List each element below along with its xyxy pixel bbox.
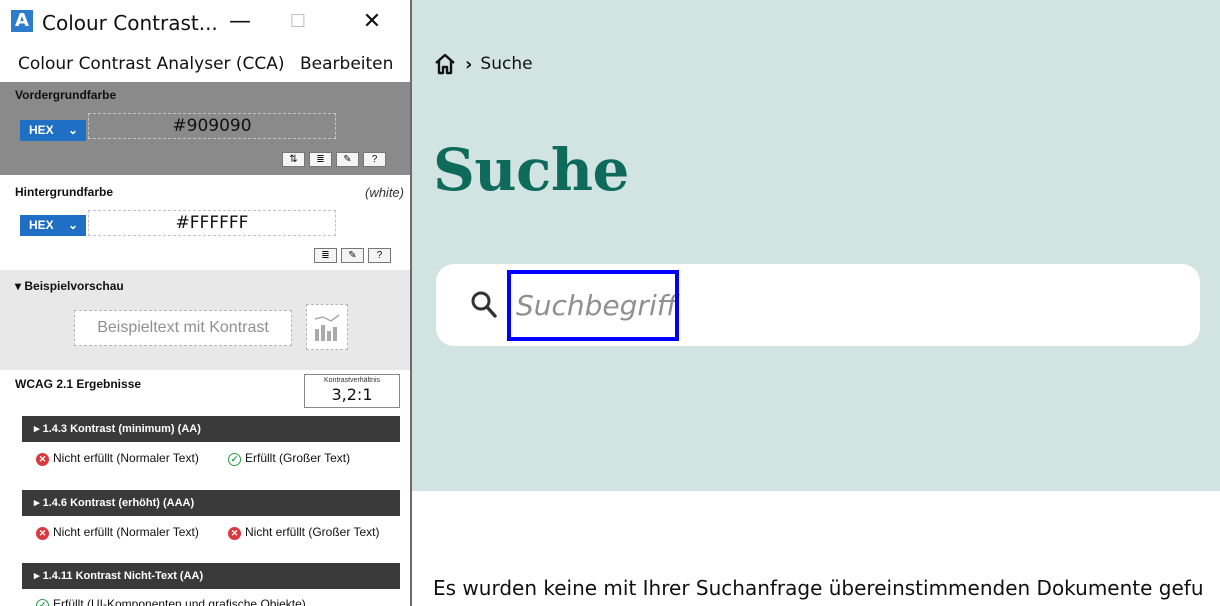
breadcrumb: › Suche bbox=[433, 52, 533, 76]
eyedropper-icon[interactable]: ✎ bbox=[341, 248, 364, 263]
search-icon[interactable] bbox=[470, 290, 498, 320]
background-section: Hintergrundfarbe (white) HEX ⌄ #FFFFFF ≣ … bbox=[0, 175, 410, 270]
criterion-1-4-6-header[interactable]: ▸ 1.4.6 Kontrast (erhöht) (AAA) bbox=[22, 490, 400, 516]
background-format-select[interactable]: HEX ⌄ bbox=[20, 215, 86, 236]
pass-icon: ✓ bbox=[36, 599, 49, 606]
criterion-1-4-3-header[interactable]: ▸ 1.4.3 Kontrast (minimum) (AA) bbox=[22, 416, 400, 442]
criterion-result: ✕ Nicht erfüllt (Normaler Text) bbox=[36, 452, 206, 466]
breadcrumb-current: Suche bbox=[480, 54, 533, 74]
window-title: Colour Contrast... bbox=[42, 11, 218, 35]
pass-icon: ✓ bbox=[228, 453, 241, 466]
fail-icon: ✕ bbox=[36, 527, 49, 540]
close-button[interactable]: ✕ bbox=[352, 6, 392, 38]
results-title: WCAG 2.1 Ergebnisse bbox=[15, 377, 142, 391]
background-label: Hintergrundfarbe bbox=[15, 185, 114, 199]
menu-app[interactable]: Colour Contrast Analyser (CCA) bbox=[18, 54, 285, 74]
criterion-1-4-11-header[interactable]: ▸ 1.4.11 Kontrast Nicht-Text (AA) bbox=[22, 563, 400, 589]
menu-edit[interactable]: Bearbeiten bbox=[300, 54, 393, 74]
fail-icon: ✕ bbox=[228, 527, 241, 540]
foreground-format-select[interactable]: HEX ⌄ bbox=[20, 120, 86, 141]
criterion-result: ✕ Nicht erfüllt (Großer Text) bbox=[228, 526, 408, 540]
background-hex-input[interactable]: #FFFFFF bbox=[88, 210, 336, 236]
contrast-ratio-value: 3,2:1 bbox=[331, 385, 373, 404]
sliders-icon[interactable]: ≣ bbox=[314, 248, 337, 263]
site-header-area: › Suche Suche bbox=[412, 0, 1220, 491]
foreground-label: Vordergrundfarbe bbox=[15, 88, 117, 102]
chevron-down-icon: ⌄ bbox=[68, 123, 79, 137]
criterion-result: ✕ Nicht erfüllt (Normaler Text) bbox=[36, 526, 206, 540]
help-icon[interactable]: ? bbox=[368, 248, 391, 263]
maximize-button[interactable]: ☐ bbox=[278, 6, 318, 38]
preview-toggle[interactable]: ▾ Beispielvorschau bbox=[15, 279, 124, 293]
contrast-ratio-box: Kontrastverhältnis 3,2:1 bbox=[304, 374, 400, 408]
preview-sample-text: Beispieltext mit Kontrast bbox=[74, 310, 292, 346]
breadcrumb-separator: › bbox=[465, 53, 473, 75]
cca-window: A Colour Contrast... — ☐ ✕ Colour Contra… bbox=[0, 0, 412, 606]
foreground-hex-input[interactable]: #909090 bbox=[88, 113, 336, 139]
fail-icon: ✕ bbox=[36, 453, 49, 466]
home-icon[interactable] bbox=[433, 52, 457, 76]
criterion-result: ✓ Erfüllt (UI-Komponenten und grafische … bbox=[36, 598, 406, 606]
criterion-result: ✓ Erfüllt (Großer Text) bbox=[228, 452, 404, 466]
sliders-icon[interactable]: ≣ bbox=[309, 152, 332, 167]
website-area: › Suche Suche Es wurden keine mit Ihrer … bbox=[412, 0, 1220, 606]
no-results-message: Es wurden keine mit Ihrer Suchanfrage üb… bbox=[433, 576, 1204, 600]
window-titlebar: A Colour Contrast... — ☐ ✕ bbox=[0, 0, 410, 44]
contrast-ratio-label: Kontrastverhältnis bbox=[323, 377, 381, 384]
minimize-button[interactable]: — bbox=[220, 6, 260, 38]
foreground-tools: ⇅ ≣ ✎ ? bbox=[282, 152, 386, 167]
background-color-name: (white) bbox=[364, 185, 404, 200]
help-icon[interactable]: ? bbox=[363, 152, 386, 167]
page-title: Suche bbox=[433, 136, 629, 204]
menubar: Colour Contrast Analyser (CCA) Bearbeite… bbox=[0, 50, 410, 80]
preview-section: ▾ Beispielvorschau Beispieltext mit Kont… bbox=[0, 270, 410, 370]
focus-highlight bbox=[507, 270, 679, 341]
eyedropper-icon[interactable]: ✎ bbox=[336, 152, 359, 167]
chevron-down-icon: ⌄ bbox=[68, 218, 79, 232]
background-tools: ≣ ✎ ? bbox=[314, 248, 391, 263]
foreground-section: Vordergrundfarbe HEX ⌄ #909090 ⇅ ≣ ✎ ? bbox=[0, 82, 410, 175]
swap-colors-icon[interactable]: ⇅ bbox=[282, 152, 305, 167]
chart-preview-icon[interactable] bbox=[306, 304, 348, 350]
cca-app-icon: A bbox=[11, 10, 33, 32]
